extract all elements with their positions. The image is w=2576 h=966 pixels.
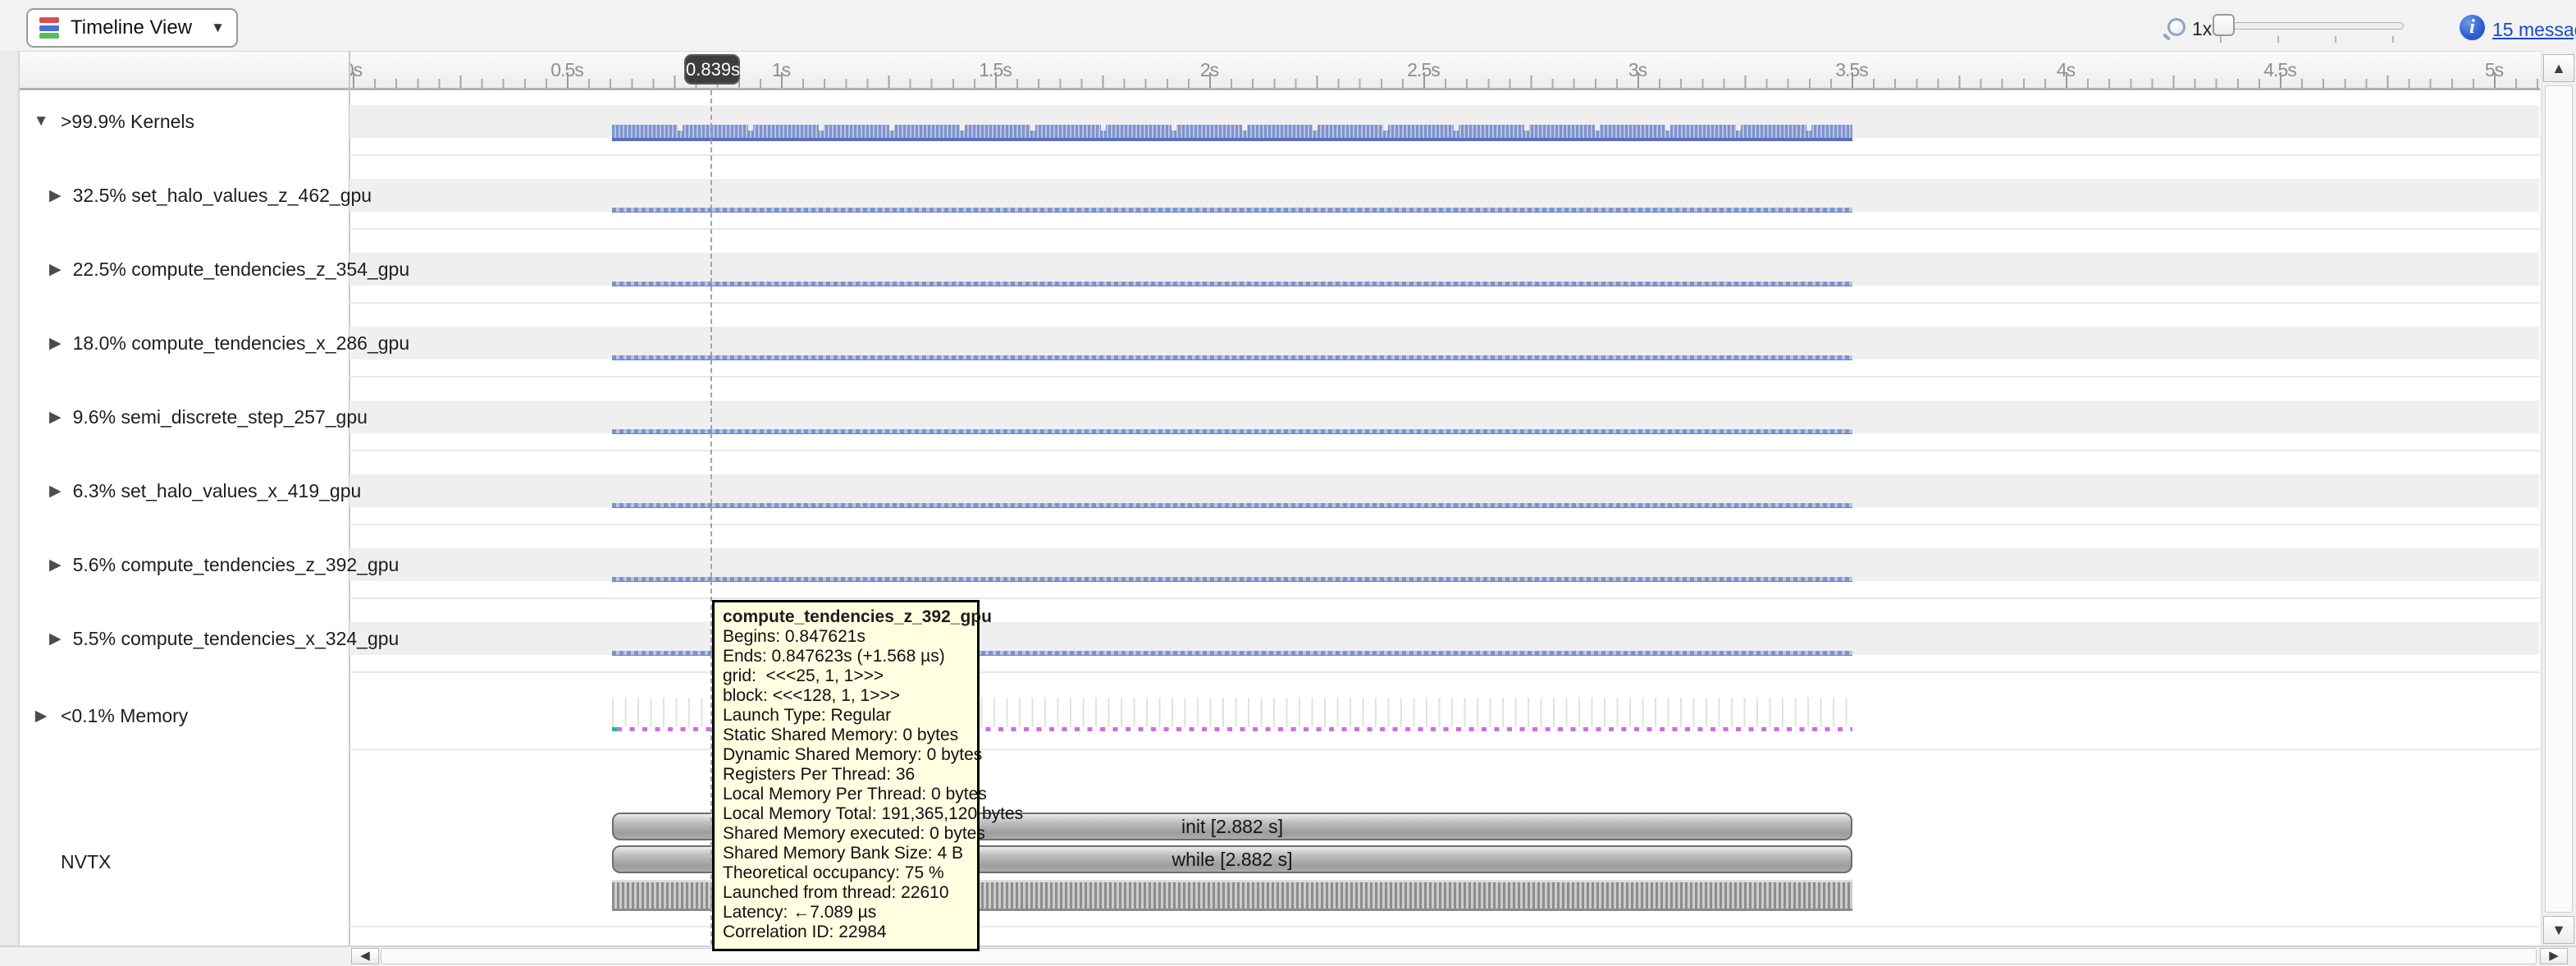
chevron-right-icon[interactable]: ▶ [49,482,62,501]
sidebar-item-label: 32.5% set_halo_values_z_462_gpu [73,185,372,207]
sidebar-item-label: NVTX [61,851,111,873]
chevron-right-icon[interactable]: ▶ [49,260,62,279]
scroll-left-button[interactable]: ◀ [351,948,379,964]
sidebar-item-label: <0.1% Memory [61,705,188,727]
nvtx-range-init-label: init [2.882 s] [1181,816,1283,838]
tooltip-line: Local Memory Per Thread: 0 bytes [723,785,969,804]
tooltip-line: Static Shared Memory: 0 bytes [723,726,969,745]
tooltip-line: Theoretical occupancy: 75 % [723,863,969,883]
sidebar-item-kernels[interactable]: ▼ >99.9% Kernels [33,105,345,138]
tooltip-line: Ends: 0.847623s (+1.568 µs) [723,647,969,666]
view-selector-label: Timeline View [71,16,199,39]
row-divider [349,749,2539,750]
tooltip-line: Correlation ID: 22984 [723,923,969,942]
row-divider [349,154,2539,156]
sidebar-item-label: >99.9% Kernels [61,111,194,133]
sidebar-item-compute-tendencies-z-392[interactable]: ▶ 5.6% compute_tendencies_z_392_gpu [33,548,345,581]
tooltip-line: Launch Type: Regular [723,706,969,726]
sidebar-item-label: 22.5% compute_tendencies_z_354_gpu [73,259,410,281]
row-band-kernel [349,401,2539,433]
sidebar-item-set-halo-values-z[interactable]: ▶ 32.5% set_halo_values_z_462_gpu [33,179,345,212]
row-divider [349,926,2539,927]
kernel-activity-bar[interactable] [612,577,1852,582]
tooltip-title: compute_tendencies_z_392_gpu [723,607,969,627]
sidebar-item-label: 6.3% set_halo_values_x_419_gpu [73,480,362,502]
row-divider [349,302,2539,304]
timeline-view-icon [39,17,59,39]
scroll-right-button[interactable]: ▶ [2540,948,2568,964]
kernel-activity-bar[interactable] [612,208,1852,213]
kernels-summary-baseline [612,138,1852,141]
slider-tick [2277,36,2279,43]
row-band-kernel [349,327,2539,359]
tooltip-line: grid: <<<25, 1, 1>>> [723,666,969,686]
row-band-kernel [349,622,2539,655]
sidebar-item-compute-tendencies-z-354[interactable]: ▶ 22.5% compute_tendencies_z_354_gpu [33,253,345,286]
row-band-kernel [349,253,2539,286]
sidebar-item-semi-discrete-step[interactable]: ▶ 9.6% semi_discrete_step_257_gpu [33,401,345,433]
kernel-activity-bar[interactable] [612,282,1852,286]
view-selector-dropdown[interactable]: Timeline View ▼ [26,8,238,48]
kernel-activity-bar[interactable] [612,429,1852,434]
sidebar-item-compute-tendencies-x-324[interactable]: ▶ 5.5% compute_tendencies_x_324_gpu [33,622,345,655]
sidebar-item-label: 18.0% compute_tendencies_x_286_gpu [73,332,410,355]
tooltip-line: Shared Memory executed: 0 bytes [723,824,969,844]
sidebar-item-nvtx[interactable]: NVTX [33,845,345,878]
tooltip-line: Registers Per Thread: 36 [723,765,969,785]
chevron-down-icon[interactable]: ▼ [33,112,49,130]
cursor-time-badge: 0.839s [684,54,740,85]
kernels-summary-bar-notches [612,125,1852,130]
tooltip-line: Dynamic Shared Memory: 0 bytes [723,745,969,765]
chevron-right-icon[interactable]: ▶ [33,707,49,726]
chevron-right-icon[interactable]: ▶ [49,556,62,575]
slider-tick [2335,36,2336,43]
memory-first-dash [612,727,617,731]
sidebar-item-label: 5.6% compute_tendencies_z_392_gpu [73,554,400,576]
sidebar-item-label: 5.5% compute_tendencies_x_324_gpu [73,628,400,650]
nvtx-range-while-label: while [2.882 s] [1172,849,1292,871]
tooltip-line: block: <<<128, 1, 1>>> [723,686,969,706]
left-gutter [0,51,20,945]
tooltip-line: Shared Memory Bank Size: 4 B [723,844,969,863]
row-divider [349,228,2539,230]
zoom-level-label: 1x [2192,18,2212,40]
row-divider [349,671,2539,673]
row-band-kernel [349,179,2539,212]
tooltip-line: Local Memory Total: 191,365,120 bytes [723,804,969,824]
row-divider [349,450,2539,451]
row-divider [349,524,2539,525]
vertical-scrollbar-thumb[interactable] [2545,85,2573,913]
chevron-right-icon[interactable]: ▶ [49,186,62,205]
sidebar-item-set-halo-values-x[interactable]: ▶ 6.3% set_halo_values_x_419_gpu [33,474,345,507]
tooltip-line: Begins: 0.847621s [723,627,969,647]
kernel-tooltip: compute_tendencies_z_392_gpu Begins: 0.8… [712,600,980,951]
zoom-slider-track[interactable] [2215,22,2404,30]
scroll-down-button[interactable]: ▼ [2543,916,2574,944]
magnifier-icon [2167,18,2185,36]
slider-tick [2220,36,2222,43]
toolbar: Timeline View ▼ 1x i 15 messages [0,0,2576,51]
row-divider [349,597,2539,599]
sidebar-item-memory[interactable]: ▶ <0.1% Memory [33,699,345,732]
scroll-up-button[interactable]: ▲ [2543,54,2574,82]
chevron-right-icon[interactable]: ▶ [49,408,62,427]
tooltip-line: Latency: ←7.089 µs [723,903,969,923]
row-band-kernel [349,548,2539,581]
ruler-ticks-major [353,72,2539,88]
row-band-kernel [349,474,2539,507]
chevron-right-icon[interactable]: ▶ [49,630,62,648]
info-icon[interactable]: i [2460,15,2485,40]
kernel-activity-bar[interactable] [612,503,1852,508]
tooltip-line: Launched from thread: 22610 [723,883,969,903]
sidebar-item-label: 9.6% semi_discrete_step_257_gpu [73,406,368,428]
messages-link[interactable]: 15 messages [2492,19,2576,41]
kernel-activity-bar[interactable] [612,355,1852,360]
chevron-down-icon[interactable]: ▼ [211,20,225,36]
row-divider [349,376,2539,378]
horizontal-scrollbar-thumb[interactable] [381,948,2537,964]
zoom-slider-handle[interactable] [2213,14,2235,36]
chevron-right-icon[interactable]: ▶ [49,334,62,353]
sidebar-item-compute-tendencies-x-286[interactable]: ▶ 18.0% compute_tendencies_x_286_gpu [33,327,345,359]
slider-tick [2392,36,2394,43]
